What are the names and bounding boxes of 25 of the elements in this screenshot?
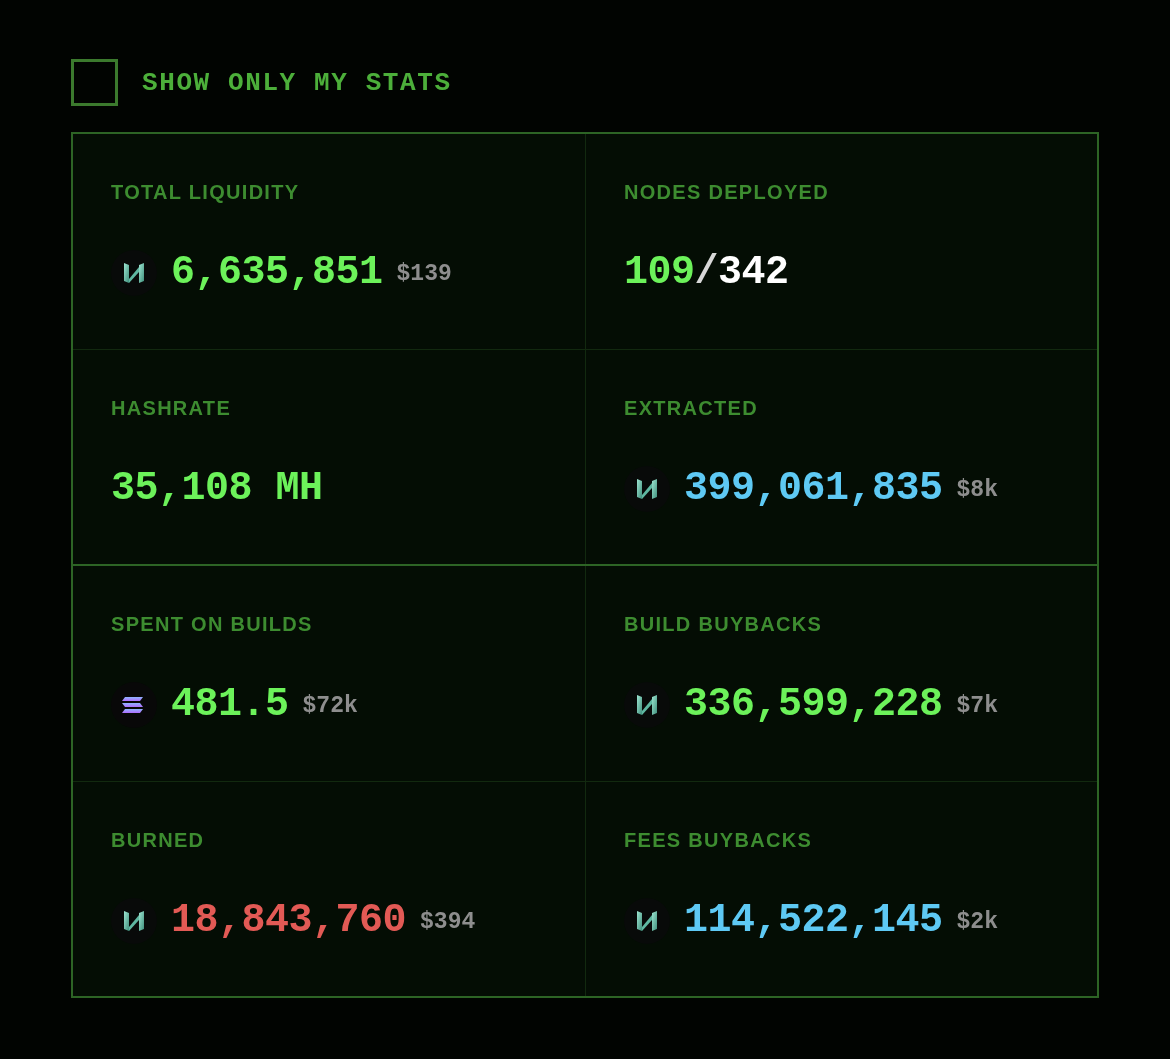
stat-value: 481.5 [171, 681, 289, 729]
stat-label: TOTAL LIQUIDITY [111, 180, 300, 204]
usd-value: $72k [302, 692, 358, 720]
usd-value: $2k [956, 908, 998, 936]
stat-label: FEES BUYBACKS [624, 828, 813, 852]
stat-value: 35,108 MH [111, 465, 323, 513]
usd-value: $394 [420, 908, 476, 936]
stat-label: BUILD BUYBACKS [624, 612, 823, 636]
stat-label: BURNED [111, 828, 205, 852]
stat-value: 336,599,228 [684, 681, 943, 729]
stat-value: 114,522,145 [684, 897, 943, 945]
stat-label: NODES DEPLOYED [624, 180, 829, 204]
checkbox[interactable] [71, 59, 118, 106]
stat-label: EXTRACTED [624, 396, 758, 420]
stat-value: 6,635,851 [171, 249, 383, 297]
usd-value: $139 [396, 260, 452, 288]
striped-coin-icon [111, 682, 157, 728]
usd-value: $8k [956, 476, 998, 504]
stat-label: HASHRATE [111, 396, 232, 420]
usd-value: $7k [956, 692, 998, 720]
stat-value: 18,843,760 [171, 897, 407, 945]
stat-value: 109/342 [624, 249, 789, 297]
checkbox-label[interactable]: SHOW ONLY MY STATS [142, 67, 452, 98]
stat-label: SPENT ON BUILDS [111, 612, 313, 636]
stat-value: 399,061,835 [684, 465, 943, 513]
